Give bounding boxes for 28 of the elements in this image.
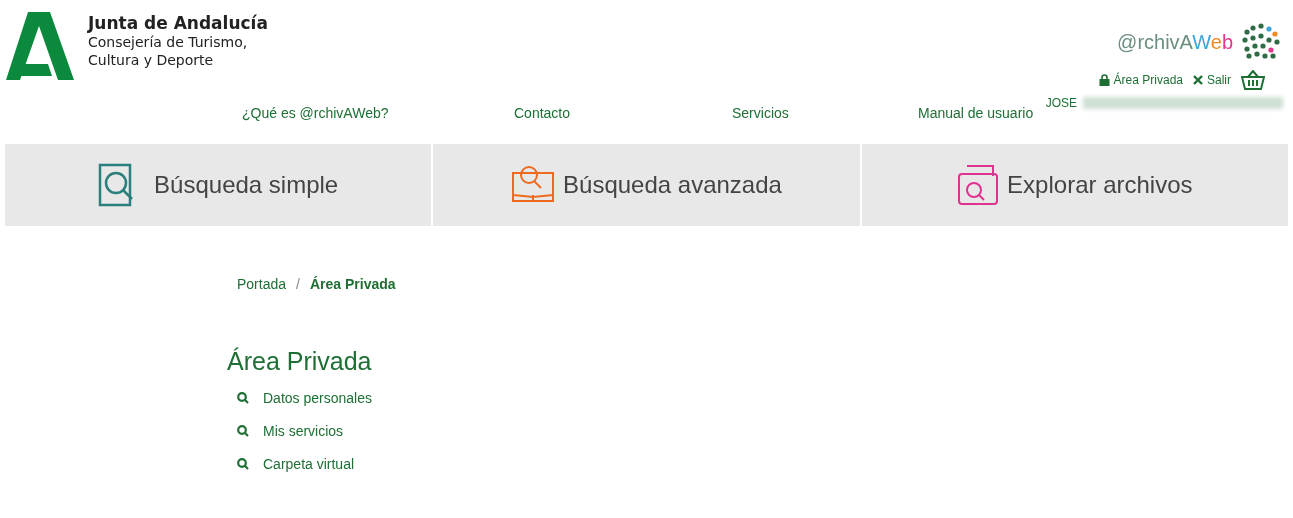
search-tab[interactable]: Explorar archivos xyxy=(861,144,1288,226)
search-icon xyxy=(237,392,249,404)
nav-link[interactable]: ¿Qué es @rchivAWeb? xyxy=(242,105,389,121)
section-title: Área Privada xyxy=(227,347,373,376)
menu-link[interactable]: Datos personales xyxy=(237,390,1293,406)
a-logo-icon xyxy=(6,12,74,80)
dots-logo-icon xyxy=(1239,22,1283,62)
search-icon xyxy=(237,425,249,437)
private-area-link[interactable]: Área Privada xyxy=(1098,73,1183,87)
search-tab[interactable]: Búsqueda simple xyxy=(5,144,434,226)
breadcrumb-link[interactable]: Área Privada xyxy=(309,276,396,292)
search-tab[interactable]: Búsqueda avanzada xyxy=(433,144,862,226)
lock-icon xyxy=(1098,74,1110,86)
user-name: JOSE xyxy=(1045,96,1077,110)
logout-link[interactable]: Salir xyxy=(1193,73,1231,87)
nav-link[interactable]: Manual de usuario xyxy=(918,105,1034,121)
close-icon xyxy=(1193,75,1203,85)
app-logo-text: @rchivAWeb xyxy=(1117,30,1233,54)
menu-link[interactable]: Mis servicios xyxy=(237,423,1293,439)
breadcrumb-link[interactable]: Portada xyxy=(237,276,287,292)
search-icon xyxy=(237,458,249,470)
basket-icon[interactable] xyxy=(1241,70,1265,90)
nav-link[interactable]: Servicios xyxy=(732,105,789,121)
department-name: Consejería de Turismo, Cultura y Deporte xyxy=(88,33,249,69)
nav-link[interactable]: Contacto xyxy=(514,105,571,121)
breadcrumb-separator: / xyxy=(296,276,300,292)
menu-link[interactable]: Carpeta virtual xyxy=(237,456,1293,472)
org-name: Junta de Andalucía xyxy=(88,13,268,33)
